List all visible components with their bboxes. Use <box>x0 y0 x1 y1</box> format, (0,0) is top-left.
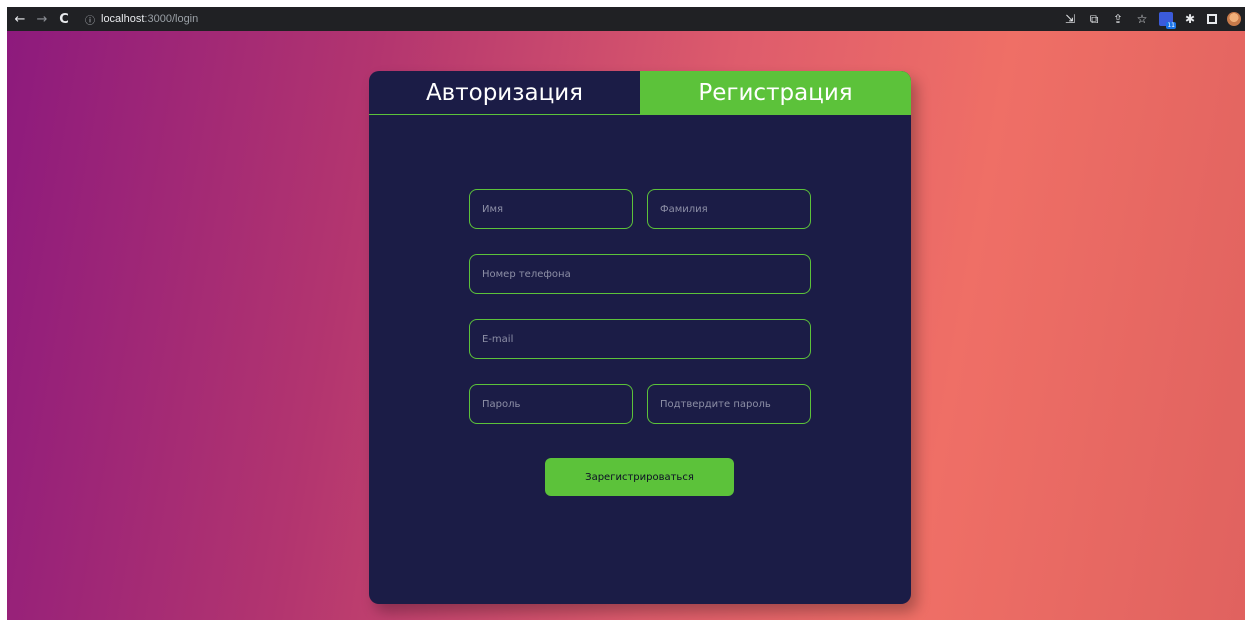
confirm-password-field[interactable] <box>647 384 811 424</box>
info-icon[interactable]: ⓘ <box>85 12 95 27</box>
google-lens-icon[interactable]: ⇲ <box>1063 12 1077 26</box>
browser-toolbar: ← → C ⓘ localhost:3000/login ⇲ ⧉ ⇪ ☆ 11 … <box>7 7 1245 31</box>
side-panel-icon[interactable] <box>1207 14 1217 24</box>
share-icon[interactable]: ⇪ <box>1111 12 1125 26</box>
phone-field[interactable] <box>469 254 811 294</box>
reload-button[interactable]: C <box>55 10 73 28</box>
extension-icon[interactable]: 11 <box>1159 12 1176 29</box>
email-field[interactable] <box>469 319 811 359</box>
first-name-field[interactable] <box>469 189 633 229</box>
registration-form <box>469 189 811 449</box>
auth-tabs: Авторизация Регистрация <box>369 71 911 115</box>
extension-badge-count: 11 <box>1166 22 1176 29</box>
forward-button[interactable]: → <box>33 10 51 28</box>
back-button[interactable]: ← <box>11 10 29 28</box>
register-button[interactable]: Зарегистрироваться <box>545 458 734 496</box>
tab-register[interactable]: Регистрация <box>640 71 911 114</box>
address-bar[interactable]: ⓘ localhost:3000/login <box>79 9 999 29</box>
page-background: Авторизация Регистрация З <box>7 31 1245 620</box>
extensions-puzzle-icon[interactable]: ✱ <box>1183 12 1197 26</box>
browser-window: ← → C ⓘ localhost:3000/login ⇲ ⧉ ⇪ ☆ 11 … <box>7 7 1245 620</box>
url-host: localhost <box>101 13 145 25</box>
tab-login[interactable]: Авторизация <box>369 71 640 114</box>
translate-icon[interactable]: ⧉ <box>1087 12 1101 26</box>
auth-card: Авторизация Регистрация З <box>369 71 911 604</box>
password-field[interactable] <box>469 384 633 424</box>
toolbar-actions: ⇲ ⧉ ⇪ ☆ 11 ✱ <box>1063 9 1241 29</box>
url-path: :3000/login <box>144 13 199 25</box>
last-name-field[interactable] <box>647 189 811 229</box>
bookmark-star-icon[interactable]: ☆ <box>1135 12 1149 26</box>
profile-avatar-icon[interactable] <box>1227 12 1241 26</box>
